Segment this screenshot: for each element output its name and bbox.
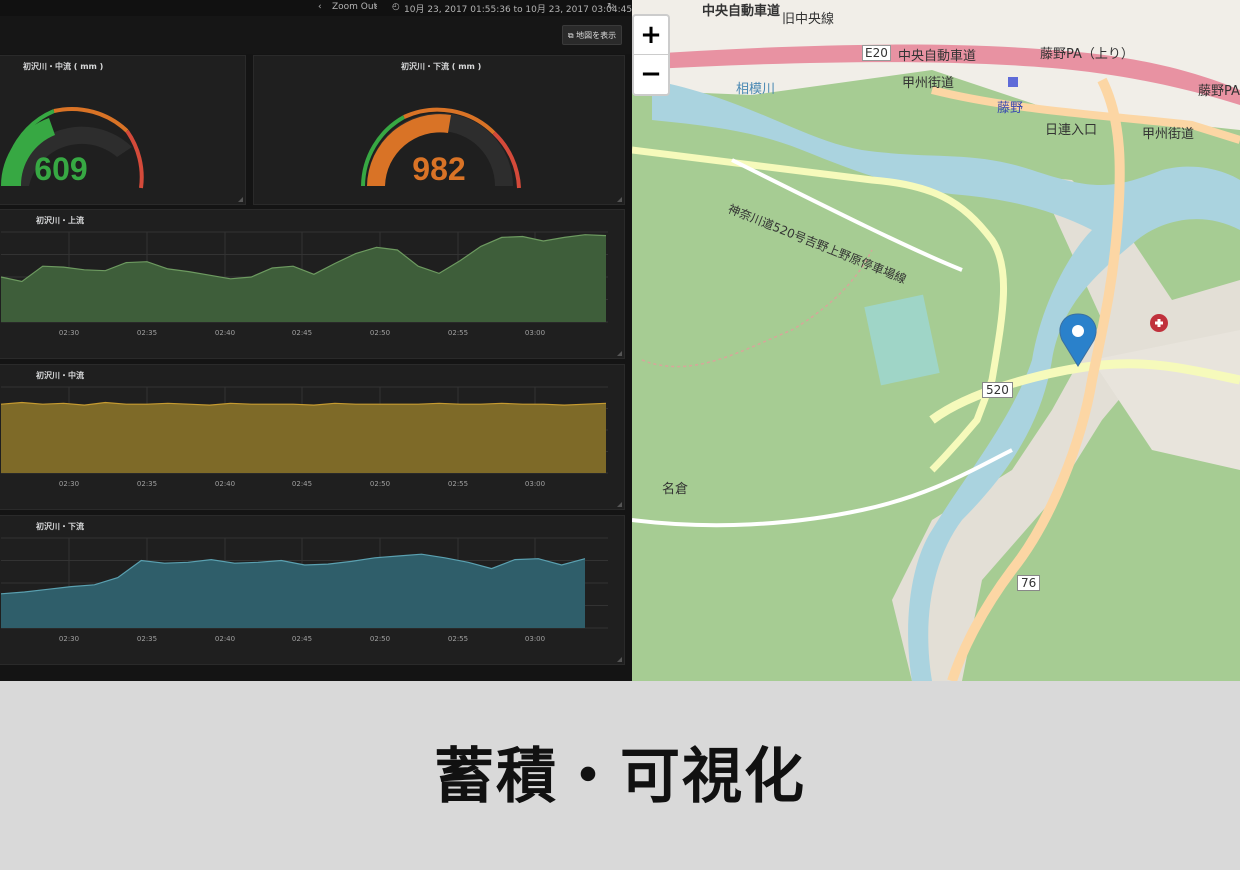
- x-tick-label: 02:45: [291, 635, 313, 643]
- x-tick-label: 02:35: [136, 329, 158, 337]
- graph-panel-midstream: 初沢川・中流 02:30 02:35 02:40 02:45 02:50 02:55 03:…: [0, 364, 625, 510]
- x-tick-label: 02:30: [58, 329, 80, 337]
- gauge-value: 609: [34, 151, 88, 187]
- x-tick-label: 03:00: [524, 329, 546, 337]
- graph-upstream: [0, 231, 608, 323]
- refresh-icon[interactable]: ↻: [607, 2, 615, 12]
- x-tick-label: 02:50: [369, 329, 391, 337]
- x-tick-label: 02:55: [447, 480, 469, 488]
- map-tiles: [632, 0, 1240, 681]
- dashboard: ‹ Zoom Out › ◴ 10月 23, 2017 01:55:36 to …: [0, 0, 632, 681]
- sub-toolbar: [0, 16, 632, 54]
- x-tick-label: 02:45: [291, 329, 313, 337]
- show-map-label: 地図を表示: [576, 31, 617, 40]
- show-map-button[interactable]: ⧉ 地図を表示: [562, 25, 622, 45]
- panel-resize-handle[interactable]: [617, 197, 622, 202]
- map-label: 旧中央線: [782, 12, 835, 27]
- caption-title: 蓄積・可視化: [434, 742, 806, 812]
- zoom-out-map-button[interactable]: −: [634, 55, 668, 93]
- gauge-value: 982: [412, 151, 466, 187]
- x-tick-label: 02:50: [369, 480, 391, 488]
- map-label: 名倉: [662, 482, 689, 497]
- route-shield: 76: [1017, 575, 1041, 591]
- gauge-panel-midstream: 初沢川・中流 ( mm ) 609: [0, 55, 246, 205]
- time-range-picker[interactable]: 10月 23, 2017 01:55:36 to 10月 23, 2017 03…: [404, 2, 632, 15]
- x-tick-label: 02:40: [214, 480, 236, 488]
- time-toolbar: ‹ Zoom Out › ◴ 10月 23, 2017 01:55:36 to …: [0, 0, 632, 16]
- clock-icon: ◴: [392, 2, 400, 12]
- panel-resize-handle[interactable]: [617, 657, 622, 662]
- map-label: 相模川: [736, 82, 776, 97]
- graph-downstream: [0, 537, 608, 629]
- x-tick-label: 02:45: [291, 480, 313, 488]
- series-area: [1, 234, 606, 322]
- map-zoom-control: + −: [632, 14, 670, 96]
- chevron-left-icon[interactable]: ‹: [318, 2, 322, 12]
- station-icon: [1008, 77, 1018, 87]
- map-label: 中央自動車道: [702, 4, 781, 19]
- graph-panel-upstream: 初沢川・上流 02:30 02:35 02:40 02:45 02:50 02:55 03:…: [0, 209, 625, 359]
- map-label: 甲州街道: [1142, 127, 1195, 142]
- x-tick-label: 02:30: [58, 480, 80, 488]
- panel-resize-handle[interactable]: [617, 351, 622, 356]
- x-tick-label: 02:35: [136, 480, 158, 488]
- map-label: 藤野: [997, 101, 1024, 116]
- map-label: 日連入口: [1045, 123, 1098, 138]
- route-shield: 520: [982, 382, 1013, 398]
- x-tick-label: 03:00: [524, 635, 546, 643]
- panel-resize-handle[interactable]: [617, 502, 622, 507]
- x-tick-label: 02:50: [369, 635, 391, 643]
- x-tick-label: 03:00: [524, 480, 546, 488]
- zoom-out-button[interactable]: Zoom Out: [332, 2, 377, 12]
- x-tick-label: 02:55: [447, 329, 469, 337]
- x-tick-label: 02:30: [58, 635, 80, 643]
- chevron-right-icon[interactable]: ›: [374, 2, 378, 12]
- x-tick-label: 02:55: [447, 635, 469, 643]
- x-tick-label: 02:40: [214, 635, 236, 643]
- series-area: [1, 554, 585, 628]
- map-view[interactable]: 中央自動車道 旧中央線 E20 中央自動車道 藤野PA（上り） 甲州街道 藤野 …: [632, 0, 1240, 681]
- gauge-panel-downstream: 初沢川・下流 ( mm ) 982: [253, 55, 625, 205]
- graph-panel-downstream: 初沢川・下流 02:30 02:35 02:40 02:45 02:50 02:55 03:…: [0, 515, 625, 665]
- x-tick-label: 02:40: [214, 329, 236, 337]
- graph-midstream: [0, 386, 608, 474]
- map-label: 甲州街道: [902, 76, 955, 91]
- route-shield: E20: [862, 45, 891, 61]
- map-label: 藤野PA: [1198, 84, 1240, 99]
- series-area: [1, 402, 606, 473]
- panel-resize-handle[interactable]: [238, 197, 243, 202]
- x-tick-label: 02:35: [136, 635, 158, 643]
- map-label: 中央自動車道: [898, 49, 977, 64]
- zoom-in-button[interactable]: +: [634, 16, 668, 54]
- external-link-icon: ⧉: [567, 31, 577, 40]
- map-label: 藤野PA（上り）: [1040, 47, 1134, 62]
